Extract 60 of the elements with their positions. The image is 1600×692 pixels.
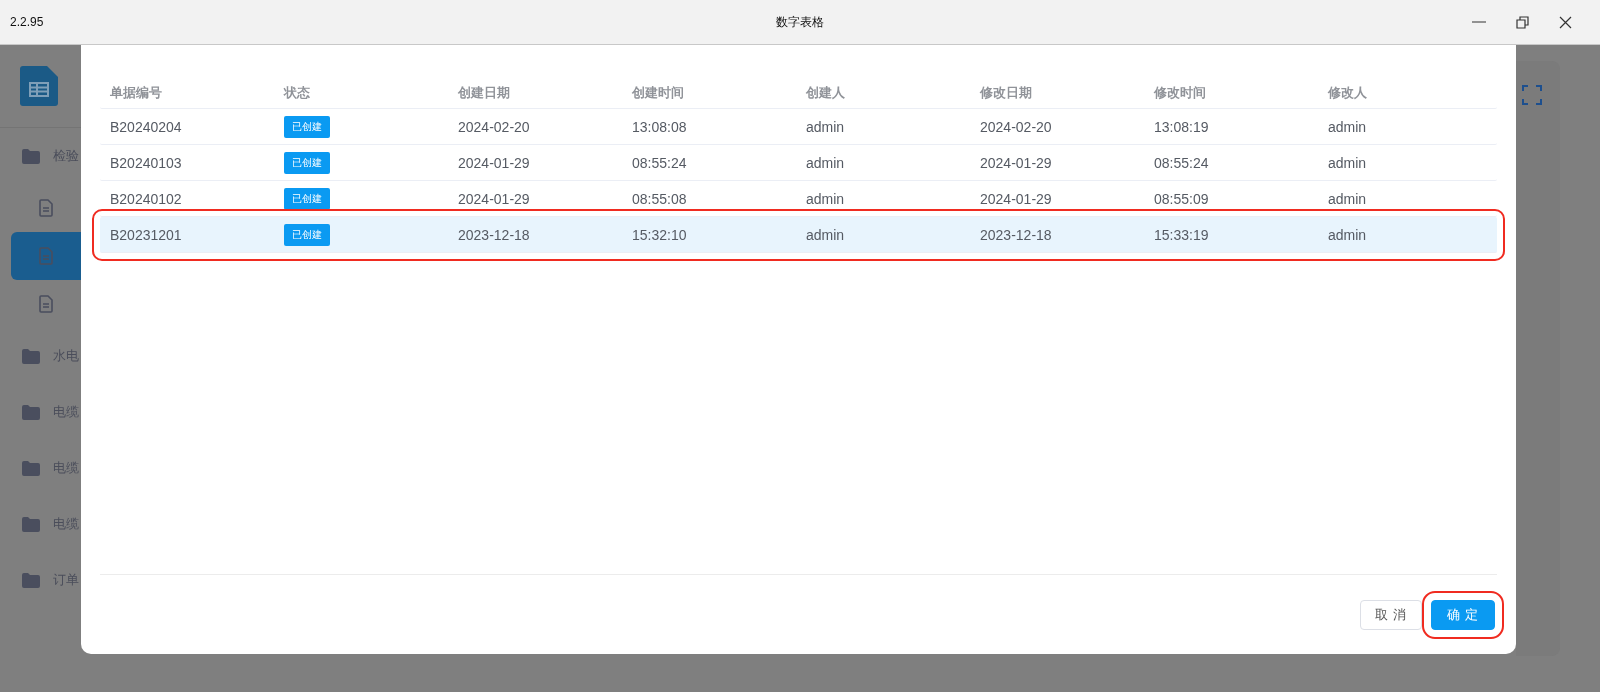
table-cell-text: B20231201 [109,226,183,243]
table-row[interactable]: B20240103 已创建 2024-01-29 08:55:24 admin 2024-01-29 08:55:24 admin [100,145,1497,181]
table-cell-text: B20240102 [109,190,183,207]
fullscreen-icon[interactable] [1522,85,1542,105]
table-cell-text: 2024-01-29 [457,154,531,171]
table-cell-text: B20240204 [109,118,183,135]
table-cell-text: 13:08:19 [1153,118,1210,135]
status-badge: 已创建 [284,151,330,174]
table-cell-text: 08:55:08 [631,190,688,207]
table-cell-text: 08:55:09 [1153,190,1210,207]
column-header: 创建人 [805,84,846,102]
app-version: 2.2.95 [9,15,45,29]
column-header: 修改时间 [1152,84,1207,102]
column-header: 修改人 [1326,84,1368,102]
folder-icon [21,348,41,364]
table-cell-text: 08:55:24 [631,154,688,171]
minimize-icon[interactable] [1472,21,1486,23]
selected-nav-item[interactable] [11,232,81,280]
table-cell-text: admin [1327,118,1368,135]
table-cell-text: B20240103 [109,154,183,171]
column-header: 状态 [282,84,311,102]
table-cell-text: admin [805,154,846,171]
table-cell-text: admin [805,118,846,135]
column-header: 修改日期 [978,84,1033,102]
table-cell-text: admin [1327,154,1368,171]
document-icon [39,295,53,313]
document-icon [39,247,53,265]
close-icon[interactable] [1559,15,1572,29]
table-row[interactable]: B20240204 已创建 2024-02-20 13:08:08 admin 2024-02-20 13:08:19 admin [100,109,1497,145]
table-cell-text: 2024-01-29 [979,154,1053,171]
folder-icon [21,516,41,532]
folder-icon [21,460,41,476]
folder-icon [21,572,41,588]
cancel-button[interactable]: 取 消 [1360,599,1422,630]
folder-icon [21,148,41,164]
table-cell-text: 2024-02-20 [457,118,531,135]
column-header: 创建日期 [457,84,511,102]
table-cell-text: 2023-12-18 [457,226,531,243]
table-cell-text: 08:55:24 [1153,154,1210,171]
table-cell-text: admin [805,226,846,243]
column-header: 单据编号 [109,84,163,102]
table-cell-text: 15:33:19 [1153,226,1210,243]
table-cell-text: 2024-02-20 [979,118,1053,135]
status-badge: 已创建 [284,187,330,210]
document-icon [39,199,53,217]
restore-icon[interactable] [1516,15,1529,29]
table-cell-text: admin [1327,226,1368,243]
table-cell-text: 2024-01-29 [457,190,531,207]
spreadsheet-logo-icon [20,66,58,106]
table-cell-text: admin [805,190,846,207]
table-cell-text: 2023-12-18 [979,226,1053,243]
status-badge: 已创建 [284,115,330,138]
table-cell-text: 15:32:10 [631,226,688,243]
table-cell-text: 13:08:08 [631,118,688,135]
status-badge: 已创建 [284,223,330,246]
table-cell-text: 2024-01-29 [979,190,1053,207]
window-title: 数字表格 [776,13,824,31]
column-header: 创建时间 [631,84,685,102]
table-cell-text: admin [1327,190,1368,207]
folder-icon [21,404,41,420]
